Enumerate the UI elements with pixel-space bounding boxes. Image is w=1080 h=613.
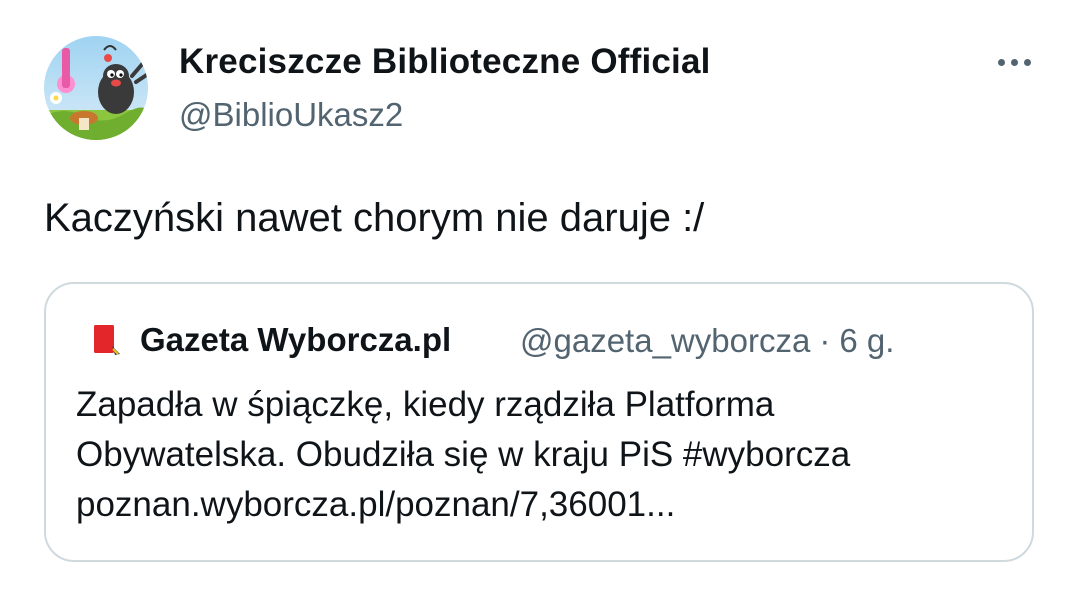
quoted-text-line: Obywatelska. Obudziła się w kraju PiS #w… — [76, 435, 851, 474]
author-handle[interactable]: @BiblioUkasz2 — [179, 96, 403, 134]
gazeta-wyborcza-logo-icon — [94, 325, 120, 355]
author-name[interactable]: Kreciszcze Biblioteczne Official — [179, 42, 711, 82]
more-horizontal-icon-dot — [1010, 58, 1018, 66]
more-horizontal-icon — [997, 58, 1005, 66]
tweet: Kreciszcze Biblioteczne Official @Biblio… — [0, 0, 1080, 613]
quoted-tweet-card[interactable]: Gazeta Wyborcza.pl @gazeta_wyborcza · 6 g.… — [44, 282, 1034, 562]
quoted-author-name: Gazeta Wyborcza.pl — [140, 321, 452, 358]
quoted-author-meta: @gazeta_wyborcza · 6 g. — [520, 322, 894, 360]
quoted-link[interactable]: poznan.wyborcza.pl/poznan/7,36001... — [76, 480, 1016, 530]
more-options-button[interactable] — [990, 44, 1038, 80]
quoted-tweet-text: Zapadła w śpiączkę, kiedy rządziła Platf… — [76, 380, 1016, 530]
quoted-text-line: Zapadła w śpiączkę, kiedy rządziła Platf… — [76, 385, 775, 424]
author-avatar[interactable] — [44, 36, 148, 140]
tweet-text: Kaczyński nawet chorym nie daruje :/ — [44, 196, 705, 240]
mole-cartoon-avatar-icon — [44, 36, 148, 140]
quoted-timestamp[interactable]: 6 g. — [839, 322, 894, 359]
meta-separator: · — [819, 322, 831, 359]
quoted-author-handle: @gazeta_wyborcza — [520, 322, 811, 359]
more-horizontal-icon-dot — [1023, 58, 1031, 66]
